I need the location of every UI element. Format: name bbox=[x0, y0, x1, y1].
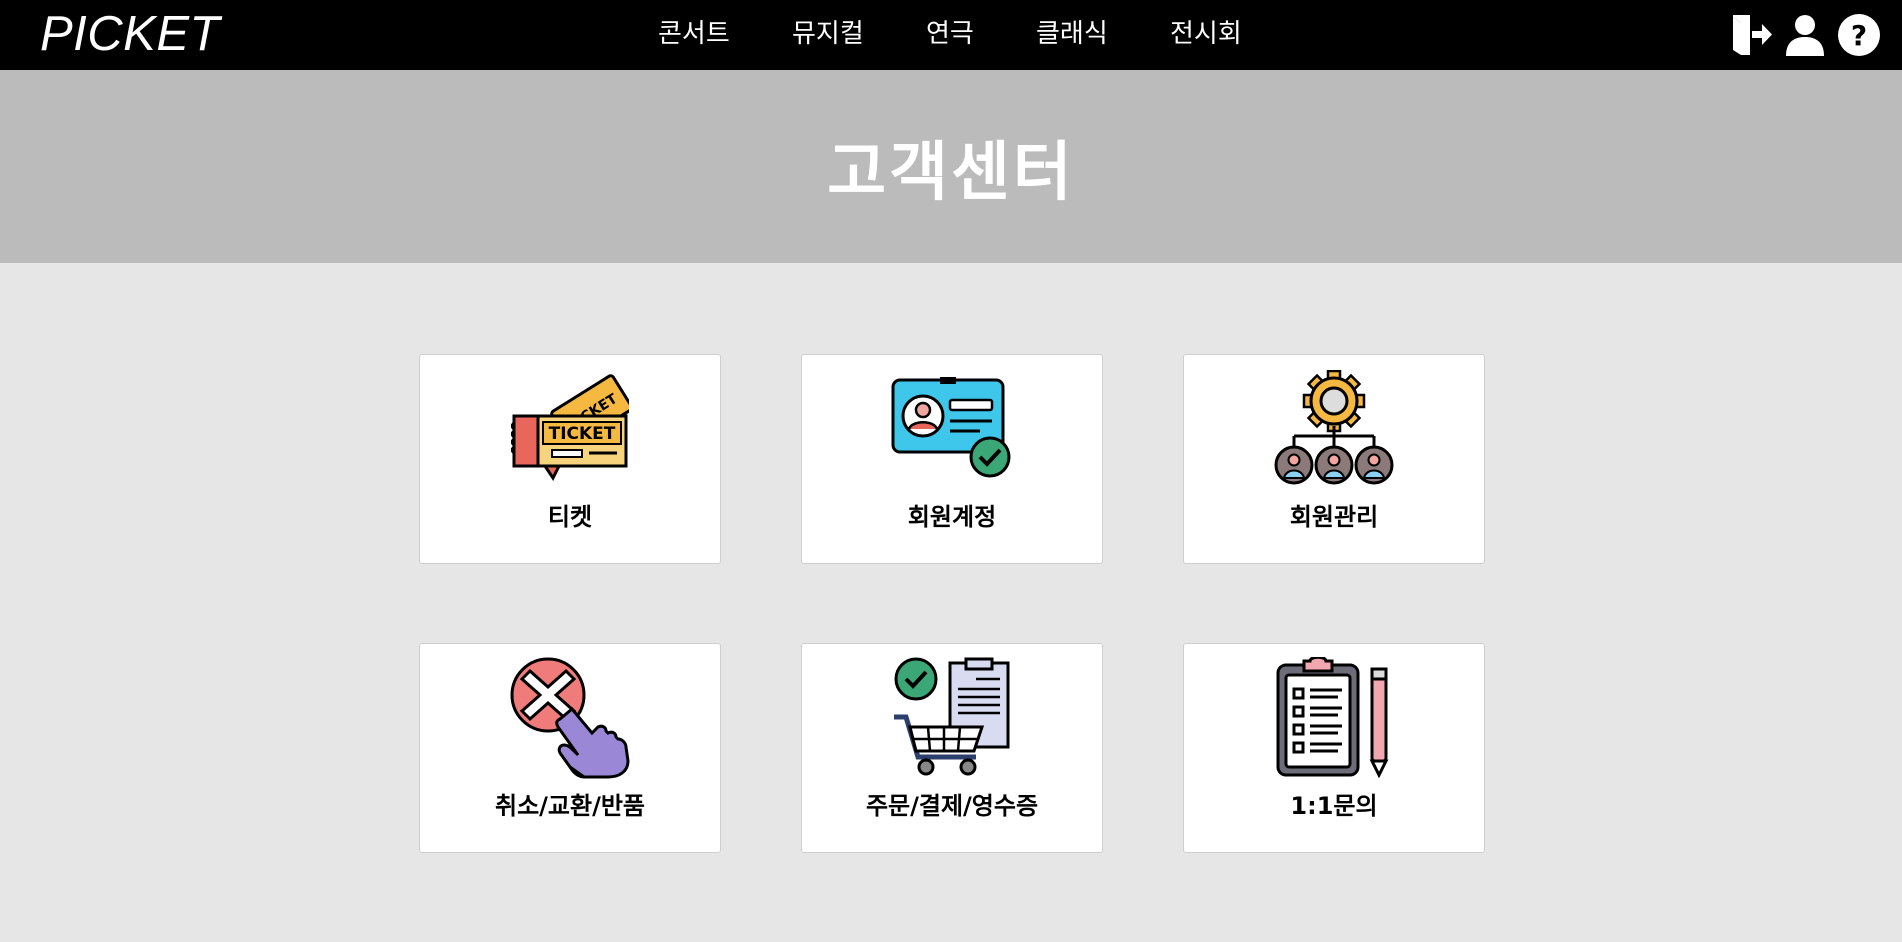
card-cancel-exchange-return[interactable]: 취소/교환/반품 bbox=[419, 643, 721, 853]
card-label: 회원계정 bbox=[907, 503, 997, 531]
card-ticket[interactable]: TICKET TICKET 티켓 bbox=[419, 354, 721, 564]
menu-item-concert[interactable]: 콘서트 bbox=[658, 16, 730, 52]
cart-receipt-icon bbox=[802, 657, 1102, 776]
menu-item-play[interactable]: 연극 bbox=[926, 16, 974, 52]
card-order-payment-receipt[interactable]: 주문/결제/영수증 bbox=[801, 643, 1103, 853]
user-icon[interactable] bbox=[1782, 12, 1828, 58]
svg-text:TICKET: TICKET bbox=[549, 424, 616, 444]
card-label: 회원관리 bbox=[1289, 503, 1379, 531]
card-label: 1:1문의 bbox=[1290, 792, 1378, 820]
help-icon[interactable]: ? bbox=[1836, 12, 1882, 58]
page-title: 고객센터 bbox=[827, 135, 1075, 210]
member-management-icon bbox=[1184, 370, 1484, 487]
logout-icon[interactable] bbox=[1728, 12, 1774, 58]
svg-text:?: ? bbox=[1851, 19, 1867, 52]
card-label: 티켓 bbox=[547, 503, 593, 531]
card-member-account[interactable]: 회원계정 bbox=[801, 354, 1103, 564]
card-label: 취소/교환/반품 bbox=[494, 792, 645, 820]
clipboard-pencil-icon bbox=[1184, 657, 1484, 779]
page-banner: 고객센터 bbox=[0, 70, 1902, 263]
card-member-management[interactable]: 회원관리 bbox=[1183, 354, 1485, 564]
menu-item-exhibition[interactable]: 전시회 bbox=[1170, 16, 1242, 52]
menu-item-musical[interactable]: 뮤지컬 bbox=[792, 16, 864, 52]
menu-item-classic[interactable]: 클래식 bbox=[1036, 16, 1108, 52]
main-menu: 콘서트 뮤지컬 연극 클래식 전시회 bbox=[0, 0, 1902, 70]
ticket-icon: TICKET TICKET bbox=[420, 371, 720, 487]
nav-icon-group: ? bbox=[1728, 12, 1882, 58]
top-navbar: PICKET 콘서트 뮤지컬 연극 클래식 전시회 ? bbox=[0, 0, 1902, 70]
id-card-icon bbox=[802, 371, 1102, 487]
card-label: 주문/결제/영수증 bbox=[865, 792, 1039, 820]
category-grid: TICKET TICKET 티켓 회원계정 회원관리 취소/교환/반품 주문/결… bbox=[419, 354, 1485, 854]
card-one-to-one-inquiry[interactable]: 1:1문의 bbox=[1183, 643, 1485, 853]
cancel-hand-icon bbox=[420, 657, 720, 779]
